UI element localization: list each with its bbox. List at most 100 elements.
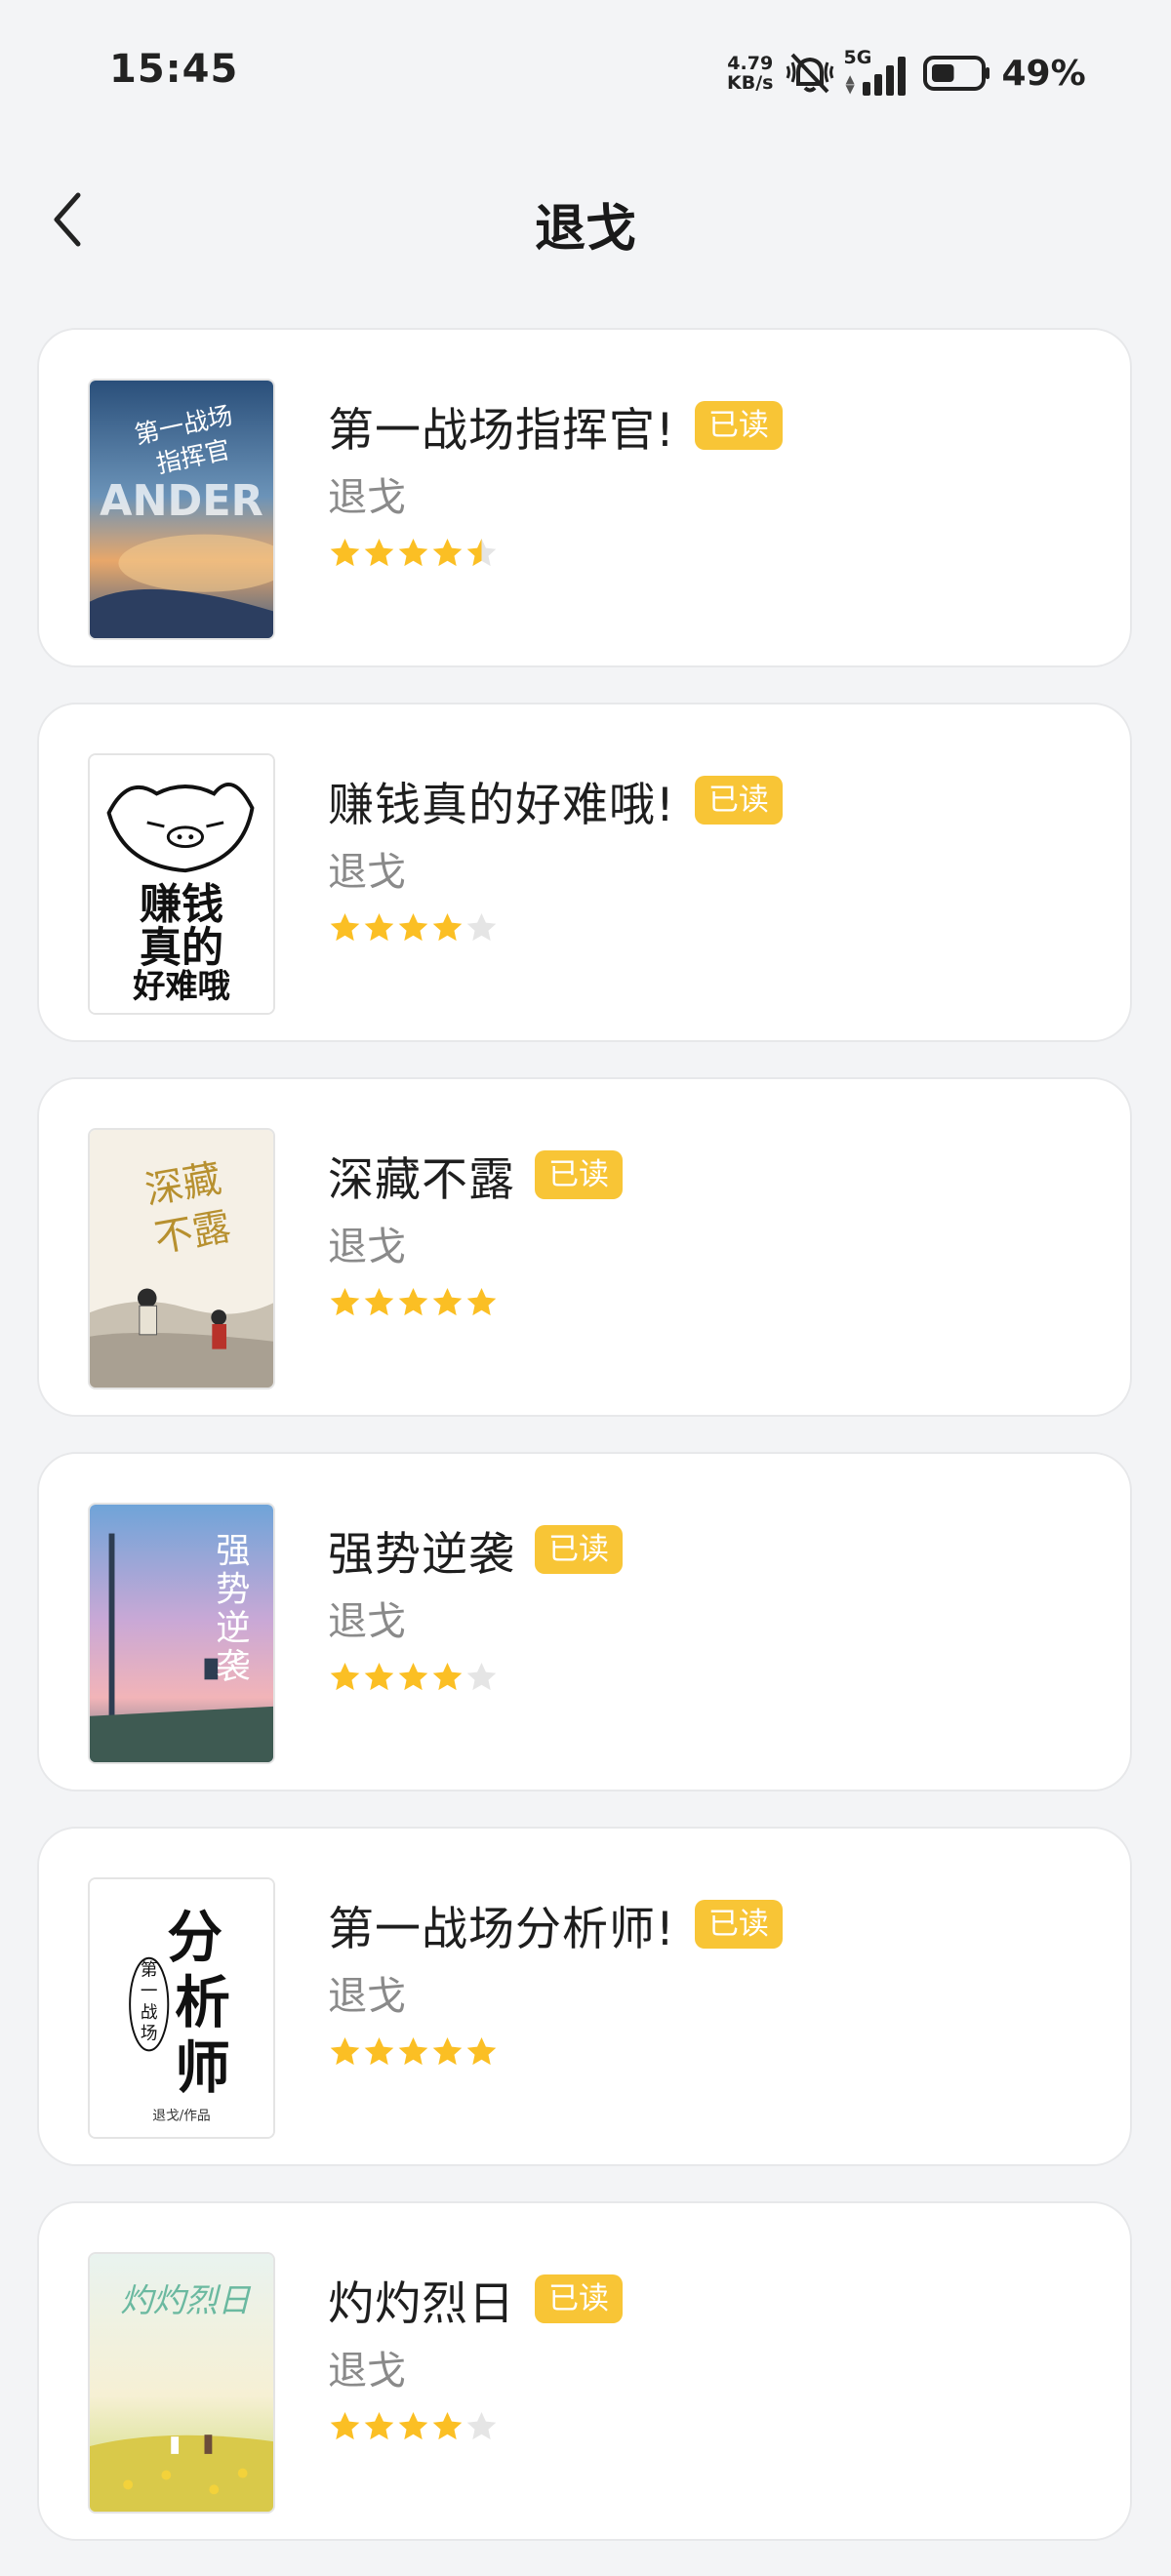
read-badge: 已读 [694,401,783,450]
book-card[interactable]: 灼灼烈日 灼灼烈日 已读 退戈 [37,2201,1132,2541]
star-empty-icon [466,2412,497,2440]
net-speed-value: 4.79 [727,53,774,74]
svg-text:第: 第 [141,1959,158,1980]
star-empty-icon [466,1663,497,1691]
star-half-icon [466,539,497,567]
book-author[interactable]: 退戈 [328,468,1091,527]
read-badge: 已读 [535,1150,623,1199]
star-rating [328,911,1091,950]
cover-art: 深藏 不露 [90,1130,273,1388]
svg-text:师: 师 [175,2036,230,2101]
star-filled-icon [466,1288,497,1316]
star-filled-icon [432,1288,463,1316]
cover-art: 灼灼烈日 [90,2254,273,2512]
star-filled-icon [398,913,428,942]
book-card[interactable]: 第一战场 指挥官 ANDER 第一战场指挥官! 已读 退戈 [37,328,1132,667]
star-filled-icon [364,2037,394,2066]
book-card[interactable]: 强 势 逆 袭 强势逆袭 已读 退戈 [37,1452,1132,1791]
book-card[interactable]: 深藏 不露 深藏不露 已读 退戈 [37,1077,1132,1417]
book-cover[interactable]: 第一战场 指挥官 ANDER [88,379,275,640]
star-rating [328,1286,1091,1325]
star-filled-icon [432,2037,463,2066]
star-filled-icon [432,1663,463,1691]
star-filled-icon [364,913,394,942]
star-filled-icon [330,539,360,567]
book-info: 赚钱真的好难哦! 已读 退戈 [328,763,1091,950]
book-author[interactable]: 退戈 [328,1967,1091,2026]
cover-art: 强 势 逆 袭 [90,1505,273,1762]
book-cover[interactable]: 赚钱 真的 好难哦 [88,753,275,1015]
cover-art: 分 析 师 第 一 战 场 退戈/作品 [90,1879,273,2137]
cover-art: 第一战场 指挥官 ANDER [90,381,273,638]
book-title: 第一战场指挥官! [328,403,675,458]
svg-text:真的: 真的 [140,924,223,973]
book-cover[interactable]: 深藏 不露 [88,1128,275,1389]
svg-text:袭: 袭 [216,1646,250,1686]
book-info: 深藏不露 已读 退戈 [328,1138,1091,1325]
book-title: 赚钱真的好难哦! [328,778,675,832]
book-card[interactable]: 分 析 师 第 一 战 场 退戈/作品 第一战场分析师! 已读 退戈 [37,1827,1132,2166]
star-filled-icon [330,913,360,942]
svg-text:ANDER: ANDER [100,477,263,526]
star-filled-icon [398,2412,428,2440]
star-filled-icon [330,1288,360,1316]
star-filled-icon [432,539,463,567]
mute-vibrate-off-icon [787,53,834,94]
book-title: 灼灼烈日 [328,2276,515,2331]
book-info: 第一战场分析师! 已读 退戈 [328,1887,1091,2074]
svg-text:逆: 逆 [216,1608,250,1648]
star-filled-icon [432,913,463,942]
book-info: 强势逆袭 已读 退戈 [328,1512,1091,1700]
read-badge: 已读 [535,1525,623,1574]
star-filled-icon [466,2037,497,2066]
svg-text:退戈/作品: 退戈/作品 [152,2108,210,2123]
star-filled-icon [364,539,394,567]
header: 退戈 [0,166,1171,273]
signal-bars-icon [863,57,907,96]
net-speed: 4.79 KB/s [727,54,773,93]
star-filled-icon [398,1663,428,1691]
book-author[interactable]: 退戈 [328,1218,1091,1276]
signal-icon: 5G ▲ ▼ [843,47,911,96]
read-badge: 已读 [694,1900,783,1949]
star-filled-icon [364,2412,394,2440]
star-filled-icon [398,1288,428,1316]
star-rating [328,1661,1091,1700]
star-filled-icon [364,1663,394,1691]
read-badge: 已读 [535,2274,623,2323]
star-rating [328,2410,1091,2449]
star-rating [328,2035,1091,2074]
svg-text:一: 一 [141,1982,158,2001]
star-empty-icon [466,913,497,942]
book-title: 深藏不露 [328,1152,515,1207]
book-author[interactable]: 退戈 [328,843,1091,902]
svg-text:灼灼烈日: 灼灼烈日 [120,2281,252,2319]
svg-text:好难哦: 好难哦 [132,967,230,1005]
svg-text:场: 场 [141,2023,158,2043]
book-author[interactable]: 退戈 [328,2342,1091,2400]
svg-text:分: 分 [167,1906,222,1970]
svg-text:势: 势 [216,1569,250,1609]
svg-text:强: 强 [216,1531,250,1571]
book-card[interactable]: 赚钱 真的 好难哦 赚钱真的好难哦! 已读 退戈 [37,703,1132,1042]
book-author[interactable]: 退戈 [328,1592,1091,1651]
star-filled-icon [330,1663,360,1691]
cover-art: 赚钱 真的 好难哦 [90,755,273,1013]
book-cover[interactable]: 分 析 师 第 一 战 场 退戈/作品 [88,1877,275,2139]
star-filled-icon [398,539,428,567]
svg-text:战: 战 [141,2002,158,2023]
battery-percent: 49% [1001,53,1086,94]
star-filled-icon [330,2412,360,2440]
net-speed-unit: KB/s [727,72,774,94]
star-filled-icon [330,2037,360,2066]
book-title: 第一战场分析师! [328,1902,675,1956]
book-info: 第一战场指挥官! 已读 退戈 [328,388,1091,576]
battery-icon [923,56,990,91]
book-cover[interactable]: 强 势 逆 袭 [88,1503,275,1764]
svg-text:赚钱: 赚钱 [140,880,223,929]
book-info: 灼灼烈日 已读 退戈 [328,2262,1091,2449]
book-list: 第一战场 指挥官 ANDER 第一战场指挥官! 已读 退戈 赚钱 真的 好难哦 … [37,328,1134,2576]
book-cover[interactable]: 灼灼烈日 [88,2252,275,2514]
status-time: 15:45 [109,47,239,92]
status-icons: 4.79 KB/s 5G ▲ ▼ 49% [727,47,1086,98]
